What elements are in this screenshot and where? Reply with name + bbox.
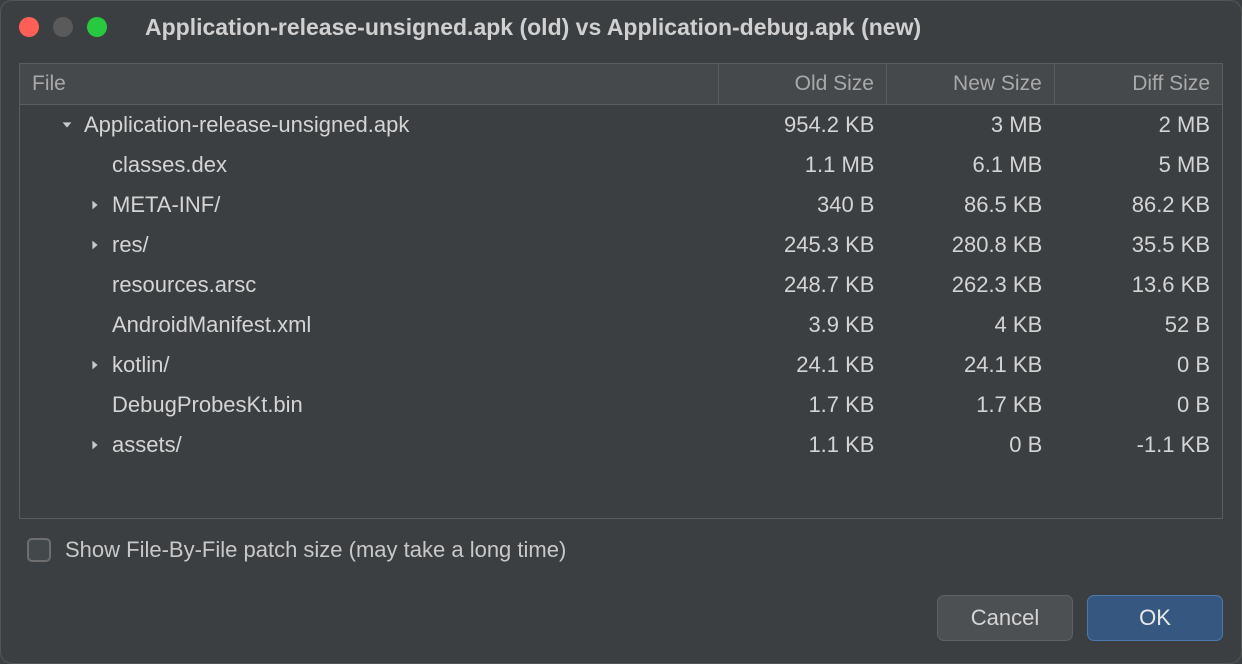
file-name: META-INF/ — [112, 192, 220, 218]
minimize-icon[interactable] — [53, 17, 73, 37]
window-controls — [19, 17, 107, 37]
ok-button[interactable]: OK — [1087, 595, 1223, 641]
new-size-value: 0 B — [886, 425, 1054, 465]
column-header-new-size[interactable]: New Size — [886, 64, 1054, 105]
old-size-value: 1.1 KB — [719, 425, 887, 465]
file-cell: DebugProbesKt.bin — [20, 385, 719, 425]
new-size-value: 280.8 KB — [886, 225, 1054, 265]
file-name: DebugProbesKt.bin — [112, 392, 303, 418]
column-header-file[interactable]: File — [20, 64, 719, 105]
maximize-icon[interactable] — [87, 17, 107, 37]
new-size-value: 1.7 KB — [886, 385, 1054, 425]
cancel-button[interactable]: Cancel — [937, 595, 1073, 641]
new-size-value: 24.1 KB — [886, 345, 1054, 385]
file-cell: kotlin/ — [20, 345, 719, 385]
show-patch-size-option[interactable]: Show File-By-File patch size (may take a… — [19, 519, 1223, 585]
old-size-value: 248.7 KB — [719, 265, 887, 305]
chevron-right-icon[interactable] — [84, 238, 106, 252]
old-size-value: 24.1 KB — [719, 345, 887, 385]
diff-size-value: 0 B — [1054, 345, 1222, 385]
titlebar: Application-release-unsigned.apk (old) v… — [1, 1, 1241, 53]
table-row[interactable]: kotlin/24.1 KB24.1 KB0 B — [20, 345, 1222, 385]
new-size-value: 3 MB — [886, 105, 1054, 146]
old-size-value: 1.1 MB — [719, 145, 887, 185]
table-row[interactable]: AndroidManifest.xml 3.9 KB4 KB52 B — [20, 305, 1222, 345]
old-size-value: 3.9 KB — [719, 305, 887, 345]
new-size-value: 262.3 KB — [886, 265, 1054, 305]
file-name: kotlin/ — [112, 352, 169, 378]
table-row[interactable]: Application-release-unsigned.apk 954.2 KB… — [20, 105, 1222, 146]
file-cell: classes.dex — [20, 145, 719, 185]
file-name: AndroidManifest.xml — [112, 312, 311, 338]
old-size-value: 954.2 KB — [719, 105, 887, 146]
file-cell: META-INF/ — [20, 185, 719, 225]
diff-size-value: 0 B — [1054, 385, 1222, 425]
chevron-right-icon[interactable] — [84, 438, 106, 452]
old-size-value: 1.7 KB — [719, 385, 887, 425]
diff-size-value: 13.6 KB — [1054, 265, 1222, 305]
file-name: classes.dex — [112, 152, 227, 178]
file-name: Application-release-unsigned.apk — [84, 112, 409, 138]
file-diff-table: File Old Size New Size Diff Size Applica… — [19, 63, 1223, 519]
diff-size-value: 35.5 KB — [1054, 225, 1222, 265]
window-title: Application-release-unsigned.apk (old) v… — [145, 14, 921, 41]
diff-size-value: 5 MB — [1054, 145, 1222, 185]
old-size-value: 245.3 KB — [719, 225, 887, 265]
table-row[interactable]: res/245.3 KB280.8 KB35.5 KB — [20, 225, 1222, 265]
checkbox-label: Show File-By-File patch size (may take a… — [65, 537, 566, 563]
new-size-value: 4 KB — [886, 305, 1054, 345]
diff-size-value: 86.2 KB — [1054, 185, 1222, 225]
table-row[interactable]: classes.dex 1.1 MB6.1 MB5 MB — [20, 145, 1222, 185]
checkbox-icon[interactable] — [27, 538, 51, 562]
table-row[interactable]: resources.arsc 248.7 KB262.3 KB13.6 KB — [20, 265, 1222, 305]
column-header-diff-size[interactable]: Diff Size — [1054, 64, 1222, 105]
file-cell: res/ — [20, 225, 719, 265]
new-size-value: 6.1 MB — [886, 145, 1054, 185]
file-cell: Application-release-unsigned.apk — [20, 105, 719, 146]
chevron-right-icon[interactable] — [84, 358, 106, 372]
file-cell: assets/ — [20, 425, 719, 465]
new-size-value: 86.5 KB — [886, 185, 1054, 225]
file-name: assets/ — [112, 432, 182, 458]
file-cell: AndroidManifest.xml — [20, 305, 719, 345]
file-cell: resources.arsc — [20, 265, 719, 305]
diff-size-value: -1.1 KB — [1054, 425, 1222, 465]
column-header-old-size[interactable]: Old Size — [719, 64, 887, 105]
table-row[interactable]: assets/1.1 KB0 B-1.1 KB — [20, 425, 1222, 465]
file-name: resources.arsc — [112, 272, 256, 298]
chevron-right-icon[interactable] — [84, 198, 106, 212]
old-size-value: 340 B — [719, 185, 887, 225]
diff-size-value: 52 B — [1054, 305, 1222, 345]
chevron-down-icon[interactable] — [56, 118, 78, 132]
table-row[interactable]: DebugProbesKt.bin1.7 KB1.7 KB0 B — [20, 385, 1222, 425]
close-icon[interactable] — [19, 17, 39, 37]
table-row[interactable]: META-INF/340 B86.5 KB86.2 KB — [20, 185, 1222, 225]
file-name: res/ — [112, 232, 149, 258]
diff-size-value: 2 MB — [1054, 105, 1222, 146]
